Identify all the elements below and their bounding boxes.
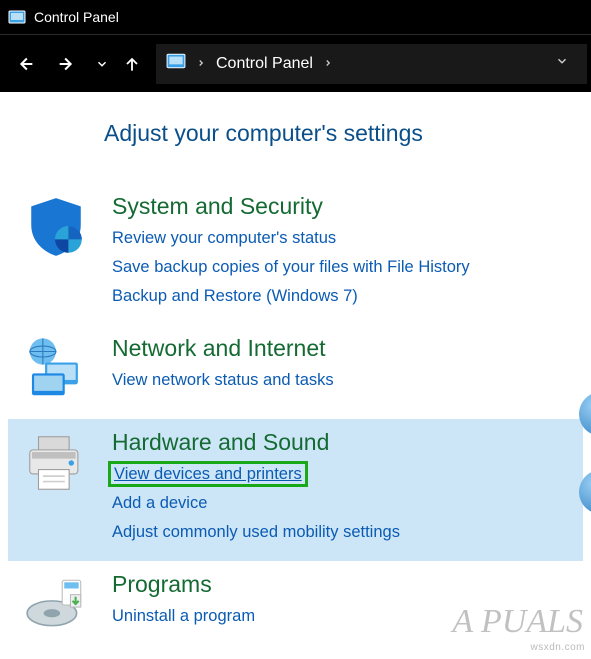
breadcrumb-control-panel[interactable]: Control Panel	[216, 55, 313, 73]
chevron-right-icon[interactable]	[196, 57, 206, 71]
link-add-device[interactable]: Add a device	[112, 494, 207, 512]
category-title-network[interactable]: Network and Internet	[112, 335, 571, 362]
link-network-status[interactable]: View network status and tasks	[112, 371, 334, 389]
category-hardware-sound: Hardware and Sound View devices and prin…	[8, 419, 583, 561]
category-system-security: System and Security Review your computer…	[8, 183, 583, 325]
printer-icon	[20, 427, 92, 499]
category-programs: Programs Uninstall a program	[8, 561, 583, 655]
category-title-system[interactable]: System and Security	[112, 193, 571, 220]
link-file-history[interactable]: Save backup copies of your files with Fi…	[112, 258, 470, 276]
back-button[interactable]	[4, 43, 46, 85]
window-title: Control Panel	[34, 9, 119, 25]
forward-button[interactable]	[46, 43, 88, 85]
control-panel-icon	[166, 51, 186, 76]
address-bar[interactable]: Control Panel	[156, 44, 587, 84]
content-area: Adjust your computer's settings System a…	[0, 92, 591, 655]
page-heading: Adjust your computer's settings	[104, 120, 583, 147]
category-network-internet: Network and Internet View network status…	[8, 325, 583, 419]
up-button[interactable]	[116, 43, 148, 85]
link-mobility-settings[interactable]: Adjust commonly used mobility settings	[112, 523, 400, 541]
recent-locations-button[interactable]	[88, 43, 116, 85]
shield-icon	[20, 191, 92, 263]
chevron-right-icon[interactable]	[323, 57, 333, 71]
network-icon	[20, 333, 92, 405]
programs-icon	[20, 569, 92, 641]
address-dropdown-button[interactable]	[547, 50, 577, 77]
category-title-hardware[interactable]: Hardware and Sound	[112, 429, 571, 456]
link-backup-restore[interactable]: Backup and Restore (Windows 7)	[112, 287, 358, 305]
link-review-status[interactable]: Review your computer's status	[112, 229, 336, 247]
navigation-bar: Control Panel	[0, 34, 591, 92]
link-uninstall-program[interactable]: Uninstall a program	[112, 607, 255, 625]
source-watermark: wsxdn.com	[530, 642, 585, 653]
category-title-programs[interactable]: Programs	[112, 571, 571, 598]
link-view-devices-printers[interactable]: View devices and printers	[112, 465, 304, 483]
window-titlebar: Control Panel	[0, 0, 591, 34]
control-panel-icon	[8, 8, 26, 26]
